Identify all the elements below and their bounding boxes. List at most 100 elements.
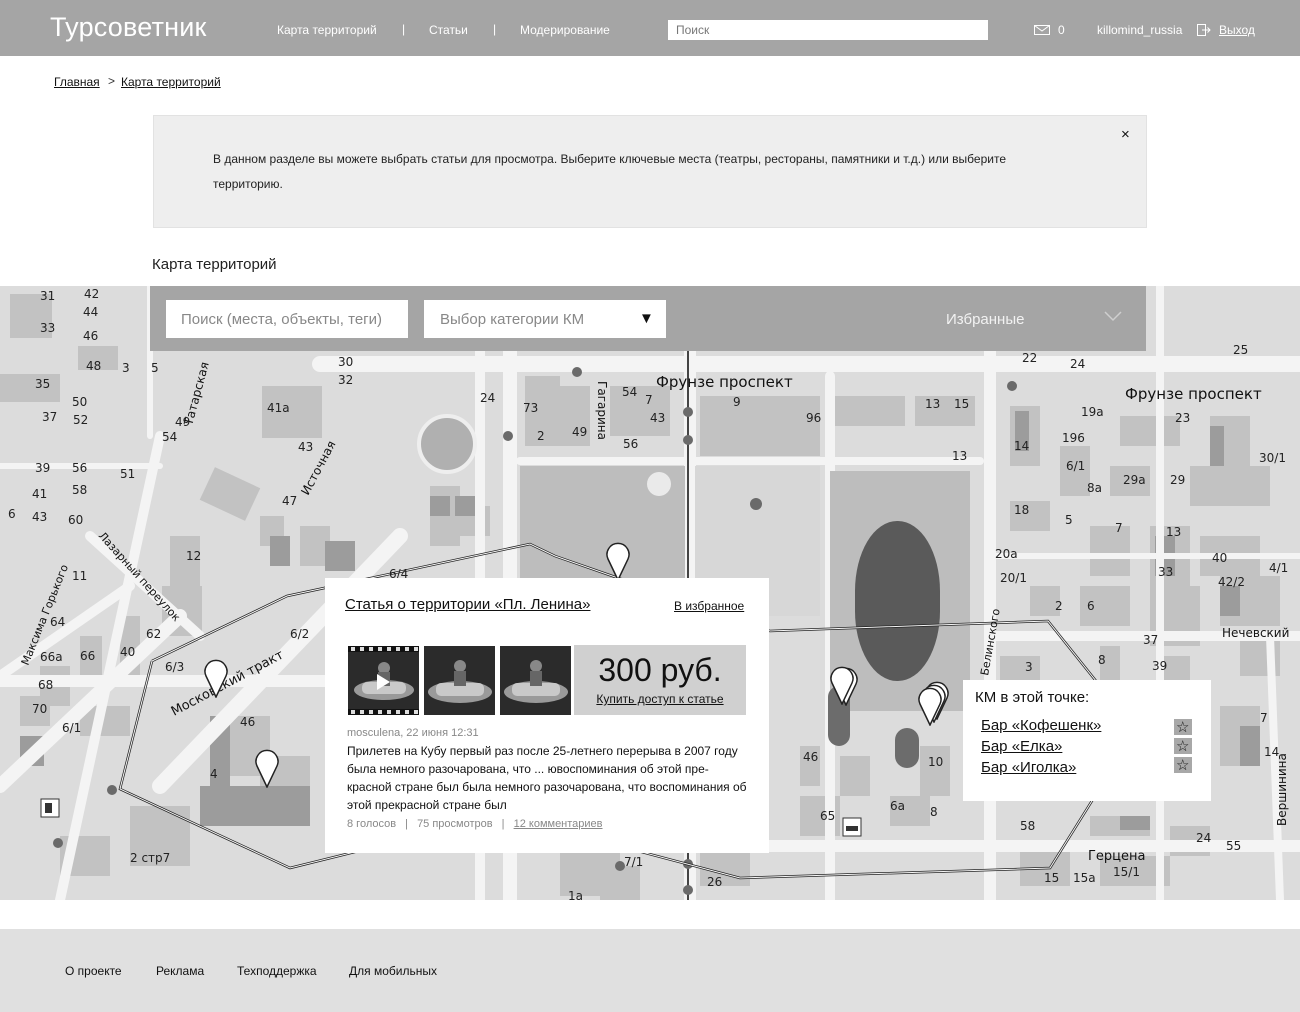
- house-number-label: 8: [930, 805, 938, 819]
- breadcrumb-map[interactable]: Карта территорий: [121, 75, 221, 89]
- house-number-label: 54: [622, 385, 637, 399]
- house-number-label: 7: [645, 393, 653, 407]
- house-number-label: 15: [954, 397, 969, 411]
- star-icon[interactable]: ☆: [1174, 719, 1192, 736]
- info-box: В данном разделе вы можете выбрать стать…: [153, 115, 1147, 228]
- house-number-label: 25: [1233, 343, 1248, 357]
- house-number-label: 20/1: [1000, 571, 1027, 585]
- house-number-label: 6: [8, 507, 16, 521]
- breadcrumb-home[interactable]: Главная: [54, 75, 100, 89]
- star-glyph: ☆: [1176, 757, 1190, 774]
- favorites-toggle[interactable]: Избранные: [946, 311, 1024, 328]
- star-icon[interactable]: ☆: [1174, 757, 1192, 774]
- house-number-label: 23: [1175, 411, 1190, 425]
- comments-link[interactable]: 12 комментариев: [514, 818, 603, 830]
- house-number-label: 24: [1196, 831, 1211, 845]
- street-label: Нечевский: [1222, 626, 1289, 640]
- km-panel: КМ в этой точке: Бар «Кофешенк» ☆ Бар «Е…: [963, 680, 1211, 801]
- house-number-label: 66a: [40, 650, 63, 664]
- house-number-label: 33: [1158, 565, 1173, 579]
- nav-link-articles[interactable]: Статьи: [429, 23, 468, 37]
- house-number-label: 2: [537, 429, 545, 443]
- street-label: Белинского: [978, 607, 1003, 676]
- map-pin-icon[interactable]: [918, 686, 942, 726]
- nav-link-moderation[interactable]: Модерирование: [520, 23, 610, 37]
- footer-link-ads[interactable]: Реклама: [156, 964, 204, 978]
- street-label: Герцена: [1088, 849, 1146, 864]
- star-glyph: ☆: [1176, 719, 1190, 736]
- username[interactable]: killomind_russia: [1097, 23, 1182, 37]
- stadium-field: [855, 521, 940, 681]
- logo[interactable]: Турсоветник: [50, 12, 207, 43]
- mail-icon[interactable]: [1034, 25, 1050, 35]
- house-number-label: 3: [122, 361, 130, 375]
- votes-count: 8 голосов: [347, 818, 397, 830]
- photo-thumbnail[interactable]: [424, 646, 495, 715]
- house-number-label: 4/1: [1269, 561, 1288, 575]
- buy-access-link[interactable]: Купить доступ к статье: [574, 692, 746, 706]
- house-number-label: 37: [42, 410, 57, 424]
- star-icon[interactable]: ☆: [1174, 738, 1192, 755]
- article-stats: 8 голосов | 75 просмотров | 12 комментар…: [347, 818, 603, 830]
- house-number-label: 65: [820, 809, 835, 823]
- nav-link-map[interactable]: Карта территорий: [277, 23, 377, 37]
- logout-link[interactable]: Выход: [1219, 23, 1255, 37]
- house-number-label: 13: [925, 397, 940, 411]
- house-number-label: 3: [1025, 660, 1033, 674]
- nav-separator: |: [493, 22, 497, 36]
- article-meta: mosculena, 22 июня 12:31: [347, 727, 479, 739]
- footer-link-mobile[interactable]: Для мобильных: [349, 964, 437, 978]
- exit-icon[interactable]: [1197, 24, 1211, 36]
- house-number-label: 49: [175, 415, 190, 429]
- house-number-label: 196: [1062, 431, 1085, 445]
- category-select[interactable]: Выбор категории КМ ▼: [424, 300, 666, 338]
- footer-link-support[interactable]: Техподдержка: [237, 964, 317, 978]
- house-number-label: 6/2: [290, 627, 309, 641]
- house-number-label: 49: [572, 425, 587, 439]
- house-number-label: 46: [240, 715, 255, 729]
- footer-link-about[interactable]: О проекте: [65, 964, 122, 978]
- house-number-label: 42/2: [1218, 575, 1245, 589]
- article-price: 300 руб.: [598, 652, 722, 688]
- chevron-down-icon[interactable]: [1104, 310, 1122, 322]
- km-item-link[interactable]: Бар «Елка»: [981, 738, 1062, 755]
- map-pin-icon[interactable]: [606, 541, 630, 581]
- article-excerpt: Прилетев на Кубу первый раз после 25-лет…: [347, 744, 747, 812]
- street-label: Гагарина: [595, 381, 609, 440]
- house-number-label: 39: [35, 461, 50, 475]
- photo-thumbnail[interactable]: [500, 646, 571, 715]
- house-number-label: 41: [32, 487, 47, 501]
- house-number-label: 54: [162, 430, 177, 444]
- house-number-label: 37: [1143, 633, 1158, 647]
- article-title-link[interactable]: Статья о территории «Пл. Ленина»: [345, 596, 590, 613]
- house-number-label: 56: [623, 437, 638, 451]
- km-item-link[interactable]: Бар «Иголка»: [981, 759, 1076, 776]
- add-to-favorites-link[interactable]: В избранное: [674, 599, 744, 613]
- map-pin-icon[interactable]: [830, 665, 854, 705]
- header-search-input[interactable]: [668, 20, 988, 40]
- house-number-label: 39: [1152, 659, 1167, 673]
- map-pin-icon[interactable]: [255, 748, 279, 788]
- house-number-label: 14: [1264, 745, 1279, 759]
- close-icon[interactable]: ×: [1121, 126, 1130, 143]
- house-number-label: 20a: [995, 547, 1018, 561]
- house-number-label: 6/1: [62, 721, 81, 735]
- house-number-label: 14: [1014, 439, 1029, 453]
- street-label: Вершинина: [1275, 753, 1289, 826]
- map-search-input[interactable]: [166, 300, 408, 338]
- house-number-label: 2: [1055, 599, 1063, 613]
- street-label: Фрунзе проспект: [1125, 385, 1262, 403]
- house-number-label: 35: [35, 377, 50, 391]
- house-number-label: 7: [1115, 521, 1123, 535]
- house-number-label: 40: [1212, 551, 1227, 565]
- house-number-label: 26: [707, 875, 722, 889]
- map-pin-icon[interactable]: [204, 658, 228, 698]
- house-number-label: 64: [50, 615, 65, 629]
- video-thumbnail[interactable]: [348, 646, 419, 715]
- house-number-label: 19a: [1081, 405, 1104, 419]
- house-number-label: 29: [1170, 473, 1185, 487]
- house-number-label: 30/1: [1259, 451, 1286, 465]
- house-number-label: 40: [120, 645, 135, 659]
- km-item-link[interactable]: Бар «Кофешенк»: [981, 717, 1101, 734]
- house-number-label: 2 стр7: [130, 851, 170, 865]
